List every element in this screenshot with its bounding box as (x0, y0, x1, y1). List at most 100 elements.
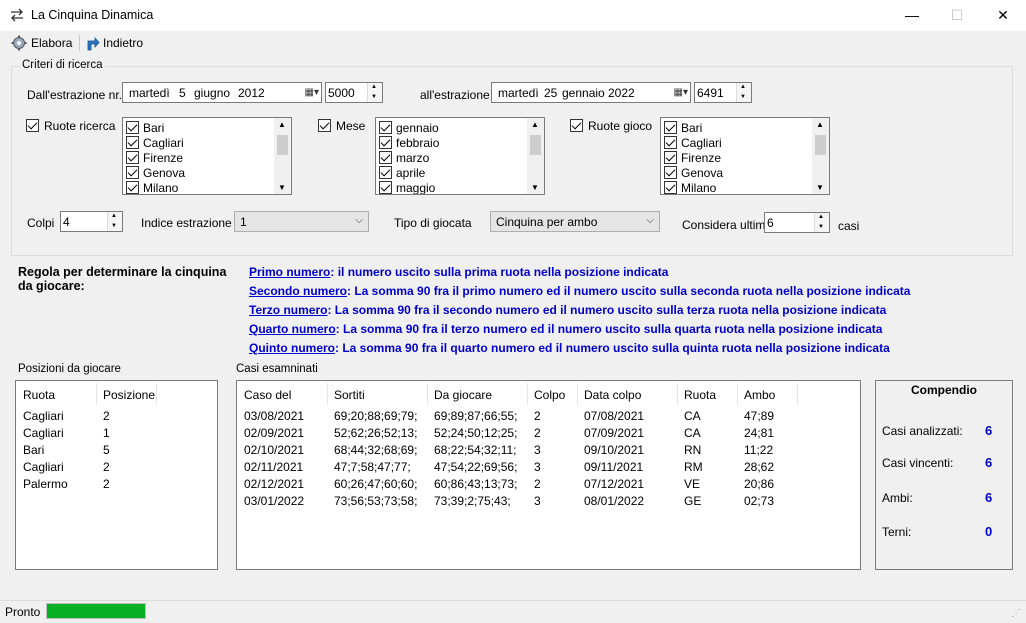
column-header[interactable]: Posizione (103, 388, 155, 402)
table-cell[interactable]: 3 (534, 460, 541, 474)
casi-table[interactable]: Caso del Sortiti Da giocare Colpo Data c… (236, 380, 861, 570)
table-cell[interactable]: 1 (103, 426, 110, 440)
minimize-button[interactable]: — (889, 0, 935, 31)
table-cell[interactable]: 73;56;53;73;58; (334, 494, 417, 508)
table-cell[interactable]: Cagliari (23, 460, 64, 474)
from-number-stepper[interactable]: 5000 (325, 82, 383, 103)
table-cell[interactable]: 68;44;32;68;69; (334, 443, 417, 457)
table-cell[interactable]: 07/12/2021 (584, 477, 644, 491)
table-cell[interactable]: 08/01/2022 (584, 494, 644, 508)
table-cell[interactable]: 02;73 (744, 494, 774, 508)
table-cell[interactable]: 07/09/2021 (584, 426, 644, 440)
mese-checkbox[interactable] (318, 119, 331, 132)
table-cell[interactable]: 09/11/2021 (584, 460, 643, 474)
table-cell[interactable]: Cagliari (23, 426, 64, 440)
resize-grip-icon[interactable]: ⋰ (1011, 608, 1021, 619)
table-cell[interactable]: 3 (534, 494, 541, 508)
from-number-value: 5000 (328, 86, 355, 100)
table-cell[interactable]: 11;22 (744, 443, 773, 457)
progress-bar (46, 603, 146, 619)
table-cell[interactable]: 2 (534, 409, 541, 423)
table-cell[interactable]: 03/08/2021 (244, 409, 304, 423)
table-cell[interactable]: 69;89;87;66;55; (434, 409, 517, 423)
table-cell[interactable]: 2 (103, 477, 110, 491)
to-number-stepper[interactable]: 6491 (694, 82, 752, 103)
chevron-down-icon: ⌵ (646, 215, 654, 226)
ruote-gioco-list[interactable]: Bari Cagliari Firenze Genova Milano ▲ ▼ (660, 117, 830, 195)
table-cell[interactable]: 52;62;26;52;13; (334, 426, 417, 440)
vertical-scrollbar[interactable]: ▲ ▼ (527, 118, 544, 194)
spin-icon[interactable] (814, 213, 829, 232)
maximize-button[interactable]: ☐ (934, 0, 980, 31)
table-cell[interactable]: 2 (103, 460, 110, 474)
table-cell[interactable]: Bari (23, 443, 44, 457)
column-header[interactable]: Sortiti (334, 388, 365, 402)
spin-icon[interactable] (367, 83, 382, 102)
column-header[interactable]: Ruota (23, 388, 55, 402)
table-cell[interactable]: 47;54;22;69;56; (434, 460, 517, 474)
table-cell[interactable]: 3 (534, 443, 541, 457)
casi-analizzati-value: 6 (985, 423, 993, 438)
spin-icon[interactable] (107, 212, 122, 231)
table-cell[interactable]: RN (684, 443, 701, 457)
from-date-picker[interactable]: martedì 5 giugno 2012 ▦▾ (122, 82, 322, 103)
column-header[interactable]: Colpo (534, 388, 565, 402)
table-cell[interactable]: 73;39;2;75;43; (434, 494, 511, 508)
ruote-gioco-checkbox[interactable] (570, 119, 583, 132)
table-cell[interactable]: 5 (103, 443, 110, 457)
title-bar: La Cinquina Dinamica — ☐ ✕ (0, 0, 1026, 31)
table-cell[interactable]: 02/12/2021 (244, 477, 304, 491)
table-cell[interactable]: GE (684, 494, 701, 508)
rule-heading: Regola per determinare la cinquina da gi… (18, 265, 227, 293)
table-cell[interactable]: 2 (534, 426, 541, 440)
table-cell[interactable]: RM (684, 460, 703, 474)
to-date-picker[interactable]: martedì 25 gennaio 2022 ▦▾ (491, 82, 691, 103)
table-cell[interactable]: 07/08/2021 (584, 409, 644, 423)
indice-combo[interactable]: 1 ⌵ (234, 211, 369, 232)
elabora-button[interactable]: Elabora (31, 34, 72, 52)
vertical-scrollbar[interactable]: ▲ ▼ (812, 118, 829, 194)
column-header[interactable]: Ruota (684, 388, 716, 402)
table-cell[interactable]: 02/11/2021 (244, 460, 303, 474)
table-cell[interactable]: 2 (534, 477, 541, 491)
column-header[interactable]: Ambo (744, 388, 775, 402)
table-cell[interactable]: 09/10/2021 (584, 443, 644, 457)
table-cell[interactable]: 60;86;43;13;73; (434, 477, 517, 491)
table-cell[interactable]: CA (684, 426, 701, 440)
progress-fill (47, 604, 145, 618)
posizioni-table[interactable]: Ruota Posizione Cagliari 2 Cagliari 1 Ba… (15, 380, 218, 570)
table-cell[interactable]: 02/09/2021 (244, 426, 304, 440)
table-cell[interactable]: 02/10/2021 (244, 443, 304, 457)
table-cell[interactable]: 2 (103, 409, 110, 423)
indietro-button[interactable]: Indietro (103, 34, 143, 52)
table-cell[interactable]: 47;89 (744, 409, 774, 423)
table-cell[interactable]: 68;22;54;32;11; (434, 443, 517, 457)
table-cell[interactable]: 52;24;50;12;25; (434, 426, 517, 440)
calendar-dropdown-icon[interactable]: ▦▾ (664, 85, 688, 100)
table-cell[interactable]: Cagliari (23, 409, 64, 423)
column-header[interactable]: Data colpo (584, 388, 641, 402)
ruote-ricerca-list[interactable]: Bari Cagliari Firenze Genova Milano ▲ ▼ (122, 117, 292, 195)
table-cell[interactable]: 60;26;47;60;60; (334, 477, 417, 491)
considera-stepper[interactable]: 6 (764, 212, 830, 233)
calendar-dropdown-icon[interactable]: ▦▾ (295, 85, 319, 100)
table-cell[interactable]: 20;86 (744, 477, 774, 491)
colpi-stepper[interactable]: 4 (60, 211, 123, 232)
mese-list[interactable]: gennaio febbraio marzo aprile maggio ▲ ▼ (375, 117, 545, 195)
ruote-ricerca-checkbox[interactable] (26, 119, 39, 132)
spin-icon[interactable] (736, 83, 751, 102)
table-cell[interactable]: 28;62 (744, 460, 774, 474)
column-header[interactable]: Da giocare (434, 388, 492, 402)
table-cell[interactable]: CA (684, 409, 701, 423)
table-cell[interactable]: Palermo (23, 477, 68, 491)
column-header[interactable]: Caso del (244, 388, 291, 402)
tipo-combo[interactable]: Cinquina per ambo ⌵ (490, 211, 660, 232)
table-cell[interactable]: 03/01/2022 (244, 494, 304, 508)
table-cell[interactable]: 47;7;58;47;77; (334, 460, 411, 474)
ambi-value: 6 (985, 490, 993, 505)
table-cell[interactable]: VE (684, 477, 700, 491)
table-cell[interactable]: 69;20;88;69;79; (334, 409, 417, 423)
vertical-scrollbar[interactable]: ▲ ▼ (274, 118, 291, 194)
close-button[interactable]: ✕ (980, 0, 1026, 31)
table-cell[interactable]: 24;81 (744, 426, 774, 440)
